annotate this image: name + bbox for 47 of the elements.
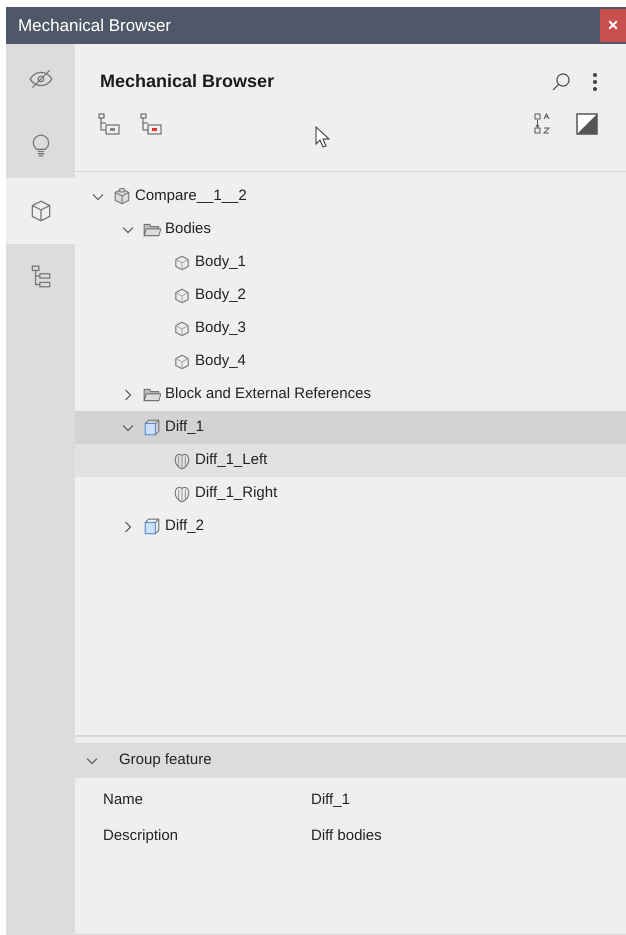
split-shape-icon [173, 452, 191, 470]
folder-tree-icon[interactable] [98, 113, 120, 135]
cube-icon [173, 320, 191, 338]
close-button[interactable]: × [600, 9, 626, 42]
rail-tab[interactable] [6, 178, 75, 244]
contrast-icon[interactable] [576, 113, 598, 135]
tree-label: Body_4 [195, 351, 246, 372]
property-value: Diff_1 [311, 790, 350, 810]
tree-row[interactable]: Body_2 [75, 279, 626, 312]
tree-row[interactable]: Diff_1_Left [75, 444, 626, 477]
tree-row[interactable]: Body_3 [75, 312, 626, 345]
property-value: Diff bodies [311, 826, 382, 846]
tree-label: Compare__1__2 [135, 186, 247, 206]
tree-label: Bodies [165, 219, 211, 240]
search-icon[interactable] [550, 70, 572, 92]
mouse-cursor-icon [315, 126, 331, 148]
split-shape-icon [173, 484, 191, 502]
property-name: Description [103, 826, 180, 846]
cube-icon [143, 418, 161, 436]
tree-row[interactable]: Diff_1_Right [75, 477, 626, 510]
tree-label: Diff_2 [165, 516, 204, 536]
cube-icon [173, 352, 191, 370]
tree-row[interactable]: Diff_2 [75, 510, 626, 543]
cube-icon [113, 188, 131, 206]
cube-icon [173, 254, 191, 272]
panel-title: Mechanical Browser [100, 70, 274, 93]
tree-label: Diff_1_Left [195, 450, 268, 470]
window-title: Mechanical Browser [18, 14, 172, 37]
group-header[interactable]: Group feature [75, 743, 626, 778]
tree-label: Body_3 [195, 318, 246, 338]
tree-row[interactable]: Bodies [75, 213, 626, 246]
more-options-icon[interactable] [592, 70, 598, 92]
tree-label: Body_2 [195, 285, 246, 306]
tree-row[interactable]: Compare__1__2 [75, 180, 626, 213]
tree-row[interactable]: Body_1 [75, 246, 626, 279]
folder-tree-icon[interactable] [140, 113, 162, 135]
property-name: Name [103, 790, 144, 810]
tree-row[interactable]: Body_4 [75, 345, 626, 378]
tree-label: Diff_1_Right [195, 483, 278, 504]
tree-label: Body_1 [195, 252, 246, 272]
tree-label: Block and External References [165, 384, 371, 404]
tree-label: Diff_1 [165, 417, 204, 438]
cube-icon [173, 286, 191, 304]
cube-icon [143, 518, 161, 536]
group-title: Group feature [119, 750, 212, 770]
tree-row[interactable]: Diff_1 [75, 411, 626, 444]
tree-row[interactable]: Block and External References [75, 378, 626, 411]
